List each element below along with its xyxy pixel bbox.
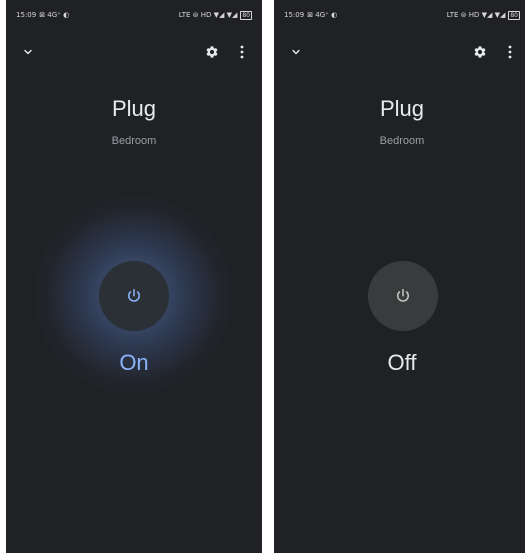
battery-level: 80	[240, 10, 252, 20]
chevron-down-icon	[24, 49, 32, 55]
settings-button[interactable]	[470, 42, 490, 62]
top-app-bar	[274, 42, 525, 62]
status-network: LTE ⊜ HD ▼◢ ▼◢	[446, 11, 506, 19]
collapse-button[interactable]	[286, 42, 306, 62]
state-label: Off	[387, 350, 417, 375]
screen-plug-on: 15:09 ⊠ 4G⁺ ◐ LTE ⊜ HD ▼◢ ▼◢ 80 Plug Bed…	[6, 0, 262, 553]
more-options-button[interactable]	[502, 42, 518, 62]
status-network: LTE ⊜ HD ▼◢ ▼◢	[178, 11, 238, 19]
screen-plug-off: 15:09 ⊠ 4G⁺ ◐ LTE ⊜ HD ▼◢ ▼◢ 80 Plug Bed…	[274, 0, 525, 553]
more-vert-icon	[240, 45, 244, 59]
top-app-bar	[6, 42, 262, 62]
device-name: Plug	[379, 96, 425, 121]
power-toggle-button[interactable]	[368, 261, 438, 331]
status-bar: 15:09 ⊠ 4G⁺ ◐ LTE ⊜ HD ▼◢ ▼◢ 80	[284, 8, 520, 22]
state-label: On	[119, 350, 149, 375]
status-extras: ⊠ 4G⁺ ◐	[39, 11, 70, 19]
battery-level: 80	[508, 10, 520, 20]
collapse-button[interactable]	[18, 42, 38, 62]
gear-icon	[206, 46, 218, 58]
room-name: Bedroom	[111, 135, 157, 147]
status-extras: ⊠ 4G⁺ ◐	[307, 11, 338, 19]
status-time: 15:09	[284, 11, 305, 19]
chevron-down-icon	[292, 49, 300, 55]
more-options-button[interactable]	[234, 42, 250, 62]
power-toggle-button[interactable]	[99, 261, 169, 331]
gear-icon	[474, 46, 486, 58]
device-name: Plug	[111, 96, 157, 121]
more-vert-icon	[508, 45, 512, 59]
power-icon	[397, 288, 409, 302]
status-time: 15:09	[16, 11, 37, 19]
room-name: Bedroom	[379, 135, 425, 147]
status-bar: 15:09 ⊠ 4G⁺ ◐ LTE ⊜ HD ▼◢ ▼◢ 80	[16, 8, 252, 22]
power-icon	[128, 288, 140, 302]
settings-button[interactable]	[202, 42, 222, 62]
